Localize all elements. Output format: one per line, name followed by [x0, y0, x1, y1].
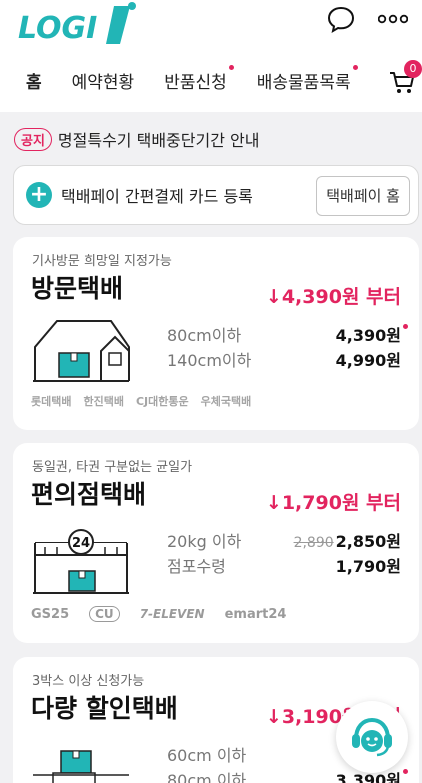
more-icon[interactable]	[378, 12, 408, 26]
emart24-logo: emart24	[224, 606, 287, 622]
nav-home[interactable]: 홈	[26, 68, 42, 93]
hanjin-logo: 한진택배	[83, 395, 124, 408]
card-subtitle: 동일권, 타권 구분없는 균일가	[32, 460, 193, 475]
price-row: 20kg 이하 2,890 2,850원	[167, 531, 401, 551]
price-row: 점포수령 1,790원	[167, 556, 401, 576]
notice-tag: 공지	[14, 127, 52, 151]
svg-text:24: 24	[72, 536, 90, 551]
boxes-illustration	[33, 750, 129, 783]
epost-logo: 우체국택배	[200, 395, 252, 408]
pay-register-label: 택배페이 간편결제 카드 등록	[61, 187, 253, 206]
price-row: 80cm이하 4,390원	[167, 321, 408, 346]
house-illustration	[33, 320, 130, 382]
gs25-logo: GS25	[31, 606, 70, 622]
notice-bar[interactable]: 공지 명절특수기 택배중단기간 안내	[14, 124, 408, 154]
new-dot	[352, 64, 358, 70]
nav-returns[interactable]: 반품신청	[164, 64, 234, 93]
price-from: ↓1,790원 부터	[265, 492, 401, 514]
seven-eleven-logo: 7-ELEVEN	[139, 607, 205, 621]
price-from: ↓4,390원 부터	[265, 286, 401, 308]
logi-logo[interactable]: LOGI	[18, 2, 138, 48]
carrier-logos: 롯데택배 한진택배 CJ대한통운 우체국택배	[31, 393, 251, 409]
store-illustration: 24	[33, 529, 129, 594]
chat-icon[interactable]	[326, 4, 356, 34]
card-title: 다량 할인택배	[31, 694, 178, 723]
nav-reservations[interactable]: 예약현황	[72, 68, 135, 93]
plus-icon: +	[26, 182, 52, 208]
chatbot-icon	[352, 717, 392, 757]
visit-delivery-card[interactable]: 기사방문 희망일 지정가능 방문택배 ↓4,390원 부터 80cm이하 4,39…	[13, 237, 419, 430]
pay-card-register[interactable]: + 택배페이 간편결제 카드 등록 택배페이 홈	[13, 165, 419, 225]
notice-text[interactable]: 명절특수기 택배중단기간 안내	[58, 127, 260, 151]
card-subtitle: 기사방문 희망일 지정가능	[32, 254, 172, 269]
new-dot	[228, 64, 234, 70]
cu-logo: CU	[89, 606, 120, 622]
nav-shipping-list[interactable]: 배송물품목록	[257, 64, 358, 93]
card-title: 편의점택배	[31, 480, 147, 509]
cj-logo: CJ대한통운	[135, 395, 189, 408]
main-nav: 홈 예약현황 반품신청 배송물품목록 0	[0, 60, 422, 98]
card-title: 방문택배	[31, 274, 124, 303]
svg-text:LOGI: LOGI	[18, 11, 97, 46]
cart-count-badge: 0	[404, 60, 422, 78]
lotte-logo: 롯데택배	[31, 395, 72, 408]
convenience-store-card[interactable]: 동일권, 타권 구분없는 균일가 편의점택배 ↓1,790원 부터 24 20k…	[13, 443, 419, 643]
pay-home-button[interactable]: 택배페이 홈	[316, 176, 410, 216]
top-bar: LOGI 홈 예약현황 반품신청 배송물품목록 0	[0, 0, 422, 112]
price-row: 140cm이하 4,990원	[167, 350, 401, 370]
chatbot-button[interactable]	[336, 701, 408, 773]
store-logos: GS25 CU 7-ELEVEN emart24	[31, 606, 286, 622]
cart-button[interactable]: 0	[388, 60, 422, 98]
card-subtitle: 3박스 이상 신청가능	[32, 674, 145, 689]
